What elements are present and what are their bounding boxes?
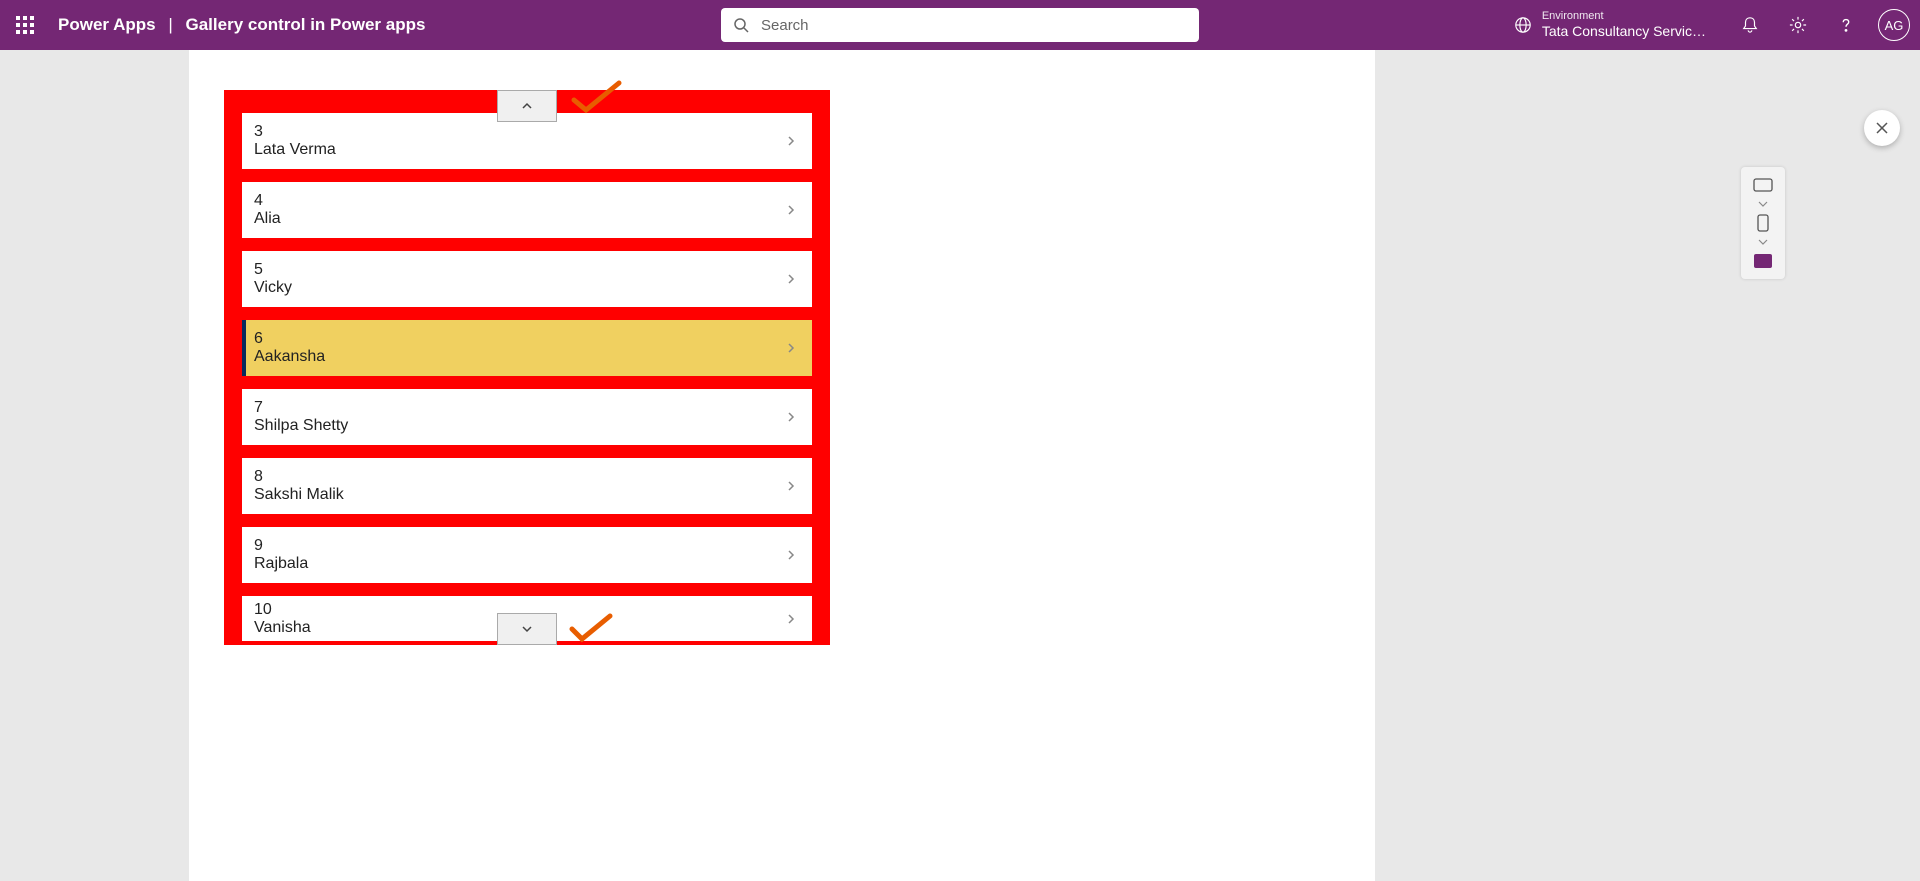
device-fit-button[interactable]: [1749, 251, 1777, 271]
bell-icon: [1741, 16, 1759, 34]
chevron-up-icon: [520, 99, 534, 113]
chevron-right-icon: [784, 272, 798, 286]
row-name: Vicky: [254, 279, 772, 297]
waffle-icon: [16, 16, 34, 34]
chevron-right-icon: [784, 410, 798, 424]
device-tablet-dropdown[interactable]: [1749, 197, 1777, 211]
avatar[interactable]: AG: [1878, 9, 1910, 41]
device-phone-dropdown[interactable]: [1749, 235, 1777, 249]
search-input[interactable]: [721, 8, 1199, 42]
search-icon: [733, 17, 749, 33]
chevron-down-icon: [1758, 201, 1768, 207]
row-id: 7: [254, 399, 772, 417]
gallery-row[interactable]: 7 Shilpa Shetty: [242, 389, 812, 445]
chevron-right-icon: [784, 548, 798, 562]
device-preview-panel: [1741, 167, 1785, 279]
app-launcher[interactable]: [0, 0, 50, 50]
avatar-initials: AG: [1885, 18, 1904, 33]
chevron-right-icon: [784, 612, 798, 626]
environment-picker[interactable]: Environment Tata Consultancy Servic…: [1514, 10, 1706, 40]
preview-area: 3 Lata Verma 4 Alia 5 Vicky 6 Aakansha: [0, 50, 1920, 881]
row-id: 4: [254, 192, 772, 210]
close-preview-button[interactable]: [1864, 110, 1900, 146]
page-title[interactable]: Gallery control in Power apps: [186, 15, 426, 34]
app-header: Power Apps | Gallery control in Power ap…: [0, 0, 1920, 50]
settings-button[interactable]: [1776, 3, 1820, 47]
row-id: 3: [254, 123, 772, 141]
device-phone-button[interactable]: [1749, 213, 1777, 233]
app-name[interactable]: Power Apps: [58, 15, 156, 34]
gallery-items: 3 Lata Verma 4 Alia 5 Vicky 6 Aakansha: [242, 90, 812, 645]
scroll-up-button[interactable]: [497, 90, 557, 122]
row-id: 8: [254, 468, 772, 486]
row-name: Aakansha: [254, 348, 772, 366]
notifications-button[interactable]: [1728, 3, 1772, 47]
row-name: Rajbala: [254, 555, 772, 573]
chevron-right-icon: [784, 134, 798, 148]
row-id: 5: [254, 261, 772, 279]
row-name: Lata Verma: [254, 141, 772, 159]
scroll-down-button[interactable]: [497, 613, 557, 645]
gallery-control: 3 Lata Verma 4 Alia 5 Vicky 6 Aakansha: [224, 90, 830, 645]
gear-icon: [1789, 16, 1807, 34]
chevron-down-icon: [520, 622, 534, 636]
separator: |: [168, 15, 172, 34]
row-name: Sakshi Malik: [254, 486, 772, 504]
row-name: Alia: [254, 210, 772, 228]
search-container: [721, 8, 1199, 42]
chevron-right-icon: [784, 341, 798, 355]
header-right: Environment Tata Consultancy Servic… AG: [1514, 3, 1920, 47]
row-name: Shilpa Shetty: [254, 417, 772, 435]
gallery-row[interactable]: 9 Rajbala: [242, 527, 812, 583]
gallery-row[interactable]: 4 Alia: [242, 182, 812, 238]
chevron-right-icon: [784, 479, 798, 493]
close-icon: [1874, 120, 1890, 136]
help-button[interactable]: [1824, 3, 1868, 47]
help-icon: [1837, 16, 1855, 34]
device-tablet-button[interactable]: [1749, 175, 1777, 195]
chevron-down-icon: [1758, 239, 1768, 245]
app-canvas: 3 Lata Verma 4 Alia 5 Vicky 6 Aakansha: [189, 50, 1375, 881]
phone-icon: [1757, 214, 1769, 232]
globe-icon: [1514, 16, 1532, 34]
row-id: 9: [254, 537, 772, 555]
environment-label: Environment: [1542, 10, 1706, 23]
gallery-row[interactable]: 5 Vicky: [242, 251, 812, 307]
chevron-right-icon: [784, 203, 798, 217]
tablet-icon: [1753, 178, 1773, 192]
row-id: 6: [254, 330, 772, 348]
fit-screen-icon: [1754, 254, 1772, 268]
environment-name: Tata Consultancy Servic…: [1542, 23, 1706, 40]
breadcrumb: Power Apps | Gallery control in Power ap…: [58, 15, 425, 35]
gallery-row-selected[interactable]: 6 Aakansha: [242, 320, 812, 376]
environment-text: Environment Tata Consultancy Servic…: [1542, 10, 1706, 40]
gallery-row[interactable]: 8 Sakshi Malik: [242, 458, 812, 514]
